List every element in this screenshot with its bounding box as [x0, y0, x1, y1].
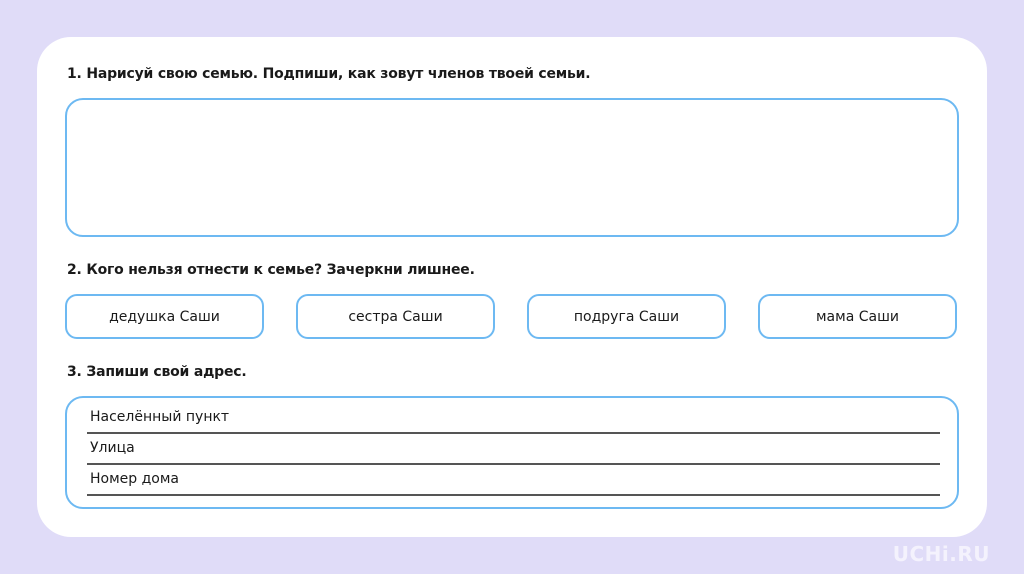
option-label: сестра Саши — [348, 308, 443, 325]
drawing-area[interactable] — [65, 98, 959, 237]
option-label: мама Саши — [816, 308, 899, 325]
address-field-locality[interactable]: Населённый пункт — [87, 404, 940, 434]
address-field-house[interactable]: Номер дома — [87, 466, 940, 496]
option-friend[interactable]: подруга Саши — [527, 294, 726, 339]
option-sister[interactable]: сестра Саши — [296, 294, 495, 339]
uchi-logo: UCHi.RU — [892, 542, 990, 566]
task2-title: 2. Кого нельзя отнести к семье? Зачеркни… — [67, 262, 475, 278]
address-field-street[interactable]: Улица — [87, 435, 940, 465]
task3-title: 3. Запиши свой адрес. — [67, 364, 247, 380]
field-label: Номер дома — [90, 471, 179, 487]
task1-title: 1. Нарисуй свою семью. Подпиши, как зову… — [67, 66, 591, 82]
field-label: Улица — [90, 440, 135, 456]
option-label: подруга Саши — [573, 308, 680, 325]
option-grandfather[interactable]: дедушка Саши — [65, 294, 264, 339]
option-label: дедушка Саши — [109, 308, 220, 325]
option-mother[interactable]: мама Саши — [758, 294, 957, 339]
field-label: Населённый пункт — [90, 409, 230, 425]
